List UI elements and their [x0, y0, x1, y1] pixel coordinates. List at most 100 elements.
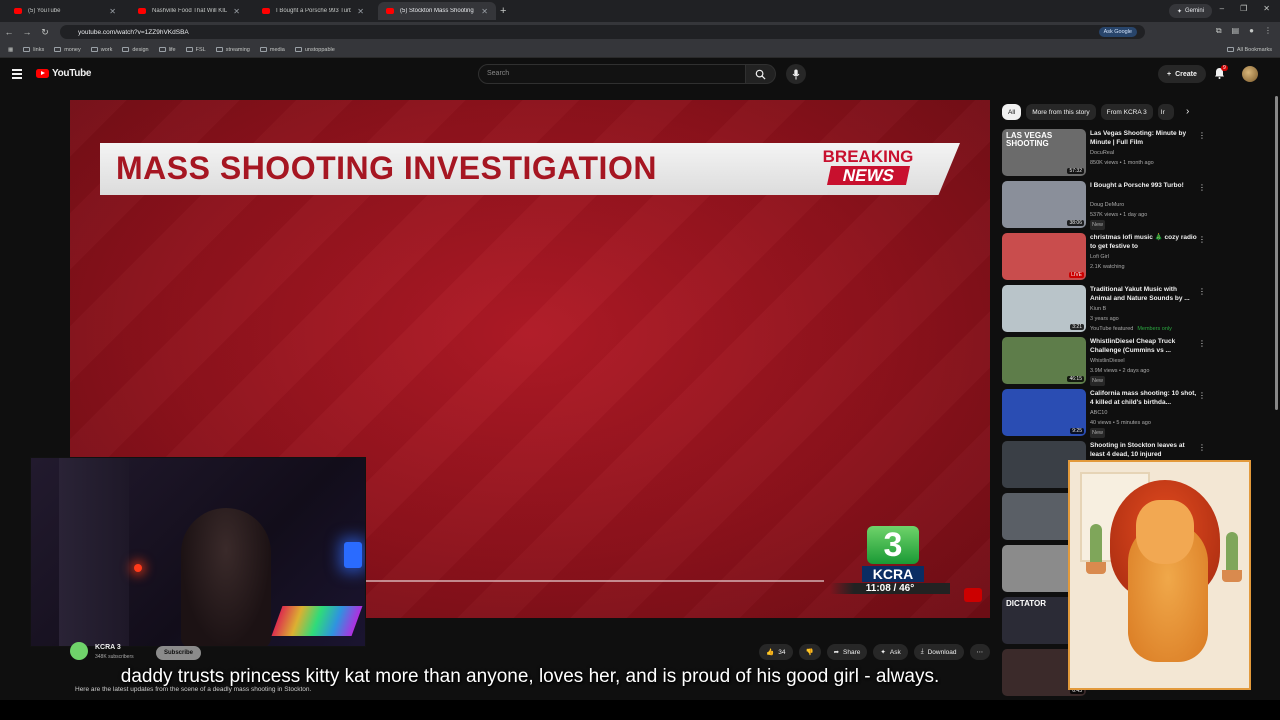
video-channel[interactable]: Kiun B — [1090, 304, 1202, 314]
url-input[interactable]: youtube.com/watch?v=1ZZ9hVKdSBA Ask Goog… — [60, 25, 1145, 39]
video-channel[interactable]: WhistlinDiesel — [1090, 356, 1202, 366]
voice-search-button[interactable] — [786, 64, 806, 84]
video-channel[interactable]: ABC10 — [1090, 408, 1202, 418]
video-options-icon[interactable]: ⋮ — [1198, 339, 1206, 348]
restore-icon[interactable]: ❐ — [1240, 4, 1247, 13]
chip-label: From KCRA 3 — [1106, 108, 1147, 116]
browser-tab[interactable]: Nashville Food That Will KILL Y ✕ — [130, 2, 248, 20]
video-channel[interactable]: Doug DeMuro — [1090, 200, 1202, 210]
recommended-video[interactable]: 38:06 I Bought a Porsche 993 Turbo! Doug D… — [1002, 181, 1208, 230]
subscribe-button[interactable]: Subscribe — [156, 646, 202, 660]
subscribe-watermark-icon[interactable] — [964, 588, 982, 602]
video-title[interactable]: I Bought a Porsche 993 Turbo! — [1090, 181, 1198, 190]
search-input[interactable]: Search — [478, 64, 746, 84]
video-options-icon[interactable]: ⋮ — [1198, 183, 1206, 192]
browser-tab-active[interactable]: (5) Stockton Mass Shooting Co ✕ — [378, 2, 496, 20]
sidepanel-icon[interactable]: ▤ — [1232, 26, 1240, 36]
gemini-button[interactable]: ✦ Gemini — [1168, 4, 1212, 18]
channel-name[interactable]: KCRA 3 — [95, 644, 121, 651]
like-button[interactable]: 👍 34 — [759, 644, 793, 660]
close-tab-icon[interactable]: ✕ — [357, 7, 364, 16]
video-title[interactable]: Las Vegas Shooting: Minute by Minute | F… — [1090, 129, 1198, 147]
dislike-button[interactable]: 👎 — [798, 644, 821, 660]
bookmark-folder[interactable]: media — [259, 47, 285, 53]
page-scrollbar[interactable] — [1275, 96, 1278, 410]
video-thumbnail[interactable]: LIVE — [1002, 233, 1086, 280]
folder-icon — [215, 47, 223, 52]
back-icon[interactable]: ← — [0, 27, 18, 37]
more-actions-button[interactable]: ⋯ — [969, 644, 990, 660]
video-options-icon[interactable]: ⋮ — [1198, 287, 1206, 296]
video-options-icon[interactable]: ⋮ — [1198, 235, 1206, 244]
ask-google-label: Ask Google — [1103, 29, 1132, 35]
time-temperature-bug: 11:08 / 46° — [830, 583, 950, 594]
extensions-icon[interactable]: ⧉ — [1216, 26, 1222, 36]
video-progress-bar[interactable] — [364, 580, 824, 582]
new-tab-icon[interactable]: + — [500, 5, 506, 17]
video-thumbnail[interactable]: 9:25 — [1002, 389, 1086, 436]
download-button[interactable]: ⤓ Download — [913, 644, 964, 660]
close-window-icon[interactable]: ✕ — [1263, 4, 1270, 13]
youtube-play-icon — [36, 69, 49, 78]
video-thumbnail[interactable]: 3:21 — [1002, 285, 1086, 332]
bookmark-folder[interactable]: work — [90, 47, 112, 53]
video-channel[interactable]: DocuReal — [1090, 148, 1202, 158]
download-icon: ⤓ — [920, 648, 924, 655]
video-title[interactable]: California mass shooting: 10 shot, 4 kil… — [1090, 389, 1198, 407]
folder-icon — [294, 47, 302, 52]
ask-google-button[interactable]: Ask Google — [1098, 27, 1137, 37]
close-tab-icon[interactable]: ✕ — [109, 7, 116, 16]
video-title[interactable]: christmas lofi music 🎄 cozy radio to get… — [1090, 233, 1198, 251]
browser-tab[interactable]: (5) YouTube ✕ — [6, 2, 124, 20]
video-options-icon[interactable]: ⋮ — [1198, 131, 1206, 140]
recommended-video[interactable]: 46:15 WhistlinDiesel Cheap Truck Challeng… — [1002, 337, 1208, 386]
close-tab-icon[interactable]: ✕ — [481, 7, 488, 16]
account-avatar[interactable] — [1242, 66, 1258, 82]
bookmark-folder[interactable]: money — [54, 47, 81, 53]
create-button[interactable]: + Create — [1158, 65, 1206, 83]
video-duration-badge: 9:25 — [1070, 428, 1084, 434]
recommended-video[interactable]: LAS VEGAS SHOOTING 57:32 Las Vegas Shootin… — [1002, 129, 1208, 177]
chip-all[interactable]: All — [1002, 104, 1022, 120]
channel-avatar[interactable] — [70, 642, 88, 660]
minimize-icon[interactable]: – — [1220, 4, 1224, 13]
profile-icon[interactable]: ● — [1249, 26, 1254, 36]
bookmark-label: links — [33, 46, 45, 53]
recommended-video[interactable]: 3:21 Traditional Yakut Music with Animal … — [1002, 285, 1208, 333]
recommended-video[interactable]: 9:25 California mass shooting: 10 shot, 4… — [1002, 389, 1208, 438]
youtube-logo[interactable]: YouTube — [36, 68, 92, 79]
ask-button[interactable]: ✦ Ask — [873, 644, 908, 660]
chip-partial[interactable]: Ir — [1157, 104, 1174, 120]
apps-icon[interactable]: ▦ — [8, 47, 13, 53]
video-thumbnail[interactable]: LAS VEGAS SHOOTING 57:32 — [1002, 129, 1086, 176]
bookmark-folder[interactable]: FSL — [185, 47, 206, 53]
video-title[interactable]: WhistlinDiesel Cheap Truck Challenge (Cu… — [1090, 337, 1198, 355]
chip-from-channel[interactable]: From KCRA 3 — [1100, 104, 1153, 120]
video-thumbnail[interactable]: 46:15 — [1002, 337, 1086, 384]
youtube-favicon-icon — [386, 8, 394, 14]
video-options-icon[interactable]: ⋮ — [1198, 443, 1206, 452]
bookmark-folder[interactable]: unstoppable — [294, 47, 335, 53]
all-bookmarks-button[interactable]: All Bookmarks — [1226, 47, 1272, 53]
chip-more-from-story[interactable]: More from this story — [1026, 104, 1096, 120]
recommended-video[interactable]: LIVE christmas lofi music 🎄 cozy radio to… — [1002, 233, 1208, 281]
bookmark-folder[interactable]: life — [158, 47, 176, 53]
search-button[interactable] — [746, 64, 776, 84]
share-button[interactable]: ➦ Share — [826, 644, 868, 660]
video-title[interactable]: Shooting in Stockton leaves at least 4 d… — [1090, 441, 1198, 459]
video-options-icon[interactable]: ⋮ — [1198, 391, 1206, 400]
close-tab-icon[interactable]: ✕ — [233, 7, 240, 16]
reload-icon[interactable]: ↻ — [36, 27, 54, 38]
chevron-right-icon[interactable]: › — [1186, 106, 1189, 117]
bookmark-folder[interactable]: streaming — [215, 47, 250, 53]
menu-icon[interactable]: ⋮ — [1264, 26, 1272, 36]
video-title[interactable]: Traditional Yakut Music with Animal and … — [1090, 285, 1198, 303]
forward-icon[interactable]: → — [18, 27, 36, 37]
hamburger-menu-icon[interactable] — [12, 69, 22, 81]
bookmark-folder[interactable]: design — [122, 47, 149, 53]
video-thumbnail[interactable]: 38:06 — [1002, 181, 1086, 228]
tab-title: I Bought a Porsche 993 Turbo! — [276, 8, 352, 14]
browser-tab[interactable]: I Bought a Porsche 993 Turbo! ✕ — [254, 2, 372, 20]
video-channel[interactable]: Lofi Girl — [1090, 252, 1202, 262]
bookmark-folder[interactable]: links — [23, 47, 44, 53]
